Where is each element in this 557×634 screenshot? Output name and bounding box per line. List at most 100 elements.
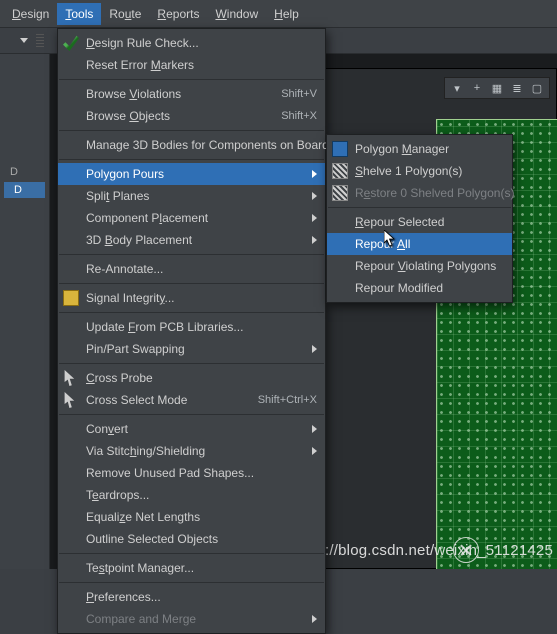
tools-design-rule-check[interactable]: Design Rule Check... [58, 32, 325, 54]
filter-icon[interactable]: ▾ [447, 79, 467, 97]
grid-icon[interactable]: ▦ [487, 79, 507, 97]
polygon-repour-modified[interactable]: Repour Modified [327, 277, 512, 299]
tools-cross-probe[interactable]: Cross Probe [58, 367, 325, 389]
tools-manage-3d-bodies-for-components-on-board[interactable]: Manage 3D Bodies for Components on Board… [58, 134, 325, 156]
polygon-restore-0-shelved-polygon-s: Restore 0 Shelved Polygon(s) [327, 182, 512, 204]
menu-item-label: Signal Integrity... [86, 291, 317, 305]
menu-item-label: Manage 3D Bodies for Components on Board… [86, 138, 339, 152]
shortcut-label: Shift+V [267, 88, 317, 100]
dropdown-icon[interactable] [20, 38, 28, 43]
yellow-icon [63, 290, 79, 306]
shortcut-label: Shift+Ctrl+X [244, 394, 317, 406]
menu-tools[interactable]: Tools [57, 3, 101, 25]
menu-item-label: Repour All [355, 237, 504, 251]
menu-separator [59, 283, 324, 284]
tools-signal-integrity[interactable]: Signal Integrity... [58, 287, 325, 309]
tools-browse-violations[interactable]: Browse ViolationsShift+V [58, 83, 325, 105]
submenu-arrow-icon [312, 615, 317, 623]
menu-reports[interactable]: Reports [149, 3, 207, 25]
menu-item-label: Polygon Manager [355, 142, 504, 156]
screen-icon[interactable]: ▢ [527, 79, 547, 97]
menu-item-label: Cross Probe [86, 371, 317, 385]
menu-design[interactable]: Design [4, 3, 57, 25]
polygon-repour-selected[interactable]: Repour Selected [327, 211, 512, 233]
polygon-polygon-manager[interactable]: Polygon Manager [327, 138, 512, 160]
submenu-arrow-icon [312, 170, 317, 178]
menu-help[interactable]: Help [266, 3, 307, 25]
doc-tab[interactable]: D [0, 164, 49, 180]
submenu-arrow-icon [312, 345, 317, 353]
menu-item-label: Browse Violations [86, 87, 267, 101]
menu-item-label: Teardrops... [86, 488, 317, 502]
menu-route[interactable]: Route [101, 3, 149, 25]
plus-icon[interactable]: + [467, 79, 487, 97]
tools-outline-selected-objects[interactable]: Outline Selected Objects [58, 528, 325, 550]
tools-equalize-net-lengths[interactable]: Equalize Net Lengths [58, 506, 325, 528]
polygon-shelve-1-polygon-s[interactable]: Shelve 1 Polygon(s) [327, 160, 512, 182]
check-icon [63, 35, 79, 51]
menu-item-label: Via Stitching/Shielding [86, 444, 304, 458]
submenu-arrow-icon [312, 192, 317, 200]
tools-teardrops[interactable]: Teardrops... [58, 484, 325, 506]
menu-separator [59, 582, 324, 583]
menu-item-label: Equalize Net Lengths [86, 510, 317, 524]
menu-separator [59, 414, 324, 415]
menu-item-label: Polygon Pours [86, 167, 304, 181]
tools-component-placement[interactable]: Component Placement [58, 207, 325, 229]
menu-separator [59, 312, 324, 313]
bars-icon[interactable]: ≣ [507, 79, 527, 97]
tools-browse-objects[interactable]: Browse ObjectsShift+X [58, 105, 325, 127]
submenu-arrow-icon [312, 236, 317, 244]
menu-separator [59, 363, 324, 364]
tools-preferences[interactable]: Preferences... [58, 586, 325, 608]
menu-separator [59, 79, 324, 80]
menu-item-label: Testpoint Manager... [86, 561, 317, 575]
tools-reset-error-markers[interactable]: Reset Error Markers [58, 54, 325, 76]
left-panel: DD [0, 54, 50, 569]
menu-item-label: Split Planes [86, 189, 304, 203]
submenu-arrow-icon [312, 425, 317, 433]
canvas-toolbar: ▾+▦≣▢ [444, 77, 550, 99]
tools-re-annotate[interactable]: Re-Annotate... [58, 258, 325, 280]
menu-item-label: Repour Selected [355, 215, 504, 229]
menu-item-label: Convert [86, 422, 304, 436]
menu-item-label: Design Rule Check... [86, 36, 317, 50]
tools-split-planes[interactable]: Split Planes [58, 185, 325, 207]
menu-item-label: Outline Selected Objects [86, 532, 317, 546]
cursor-icon [63, 370, 79, 386]
menu-separator [59, 254, 324, 255]
menu-item-label: Pin/Part Swapping [86, 342, 304, 356]
tools-pin-part-swapping[interactable]: Pin/Part Swapping [58, 338, 325, 360]
blue-icon [332, 141, 348, 157]
polygon-repour-all[interactable]: Repour All [327, 233, 512, 255]
menu-separator [59, 553, 324, 554]
menu-item-label: Re-Annotate... [86, 262, 317, 276]
tools-testpoint-manager[interactable]: Testpoint Manager... [58, 557, 325, 579]
menu-window[interactable]: Window [207, 3, 266, 25]
tools-remove-unused-pad-shapes[interactable]: Remove Unused Pad Shapes... [58, 462, 325, 484]
menu-item-label: Update From PCB Libraries... [86, 320, 317, 334]
toolbar-grip [36, 34, 44, 48]
menu-separator [59, 159, 324, 160]
tools-menu: Design Rule Check... Reset Error Markers B… [57, 28, 326, 634]
tools-3d-body-placement[interactable]: 3D Body Placement [58, 229, 325, 251]
watermark-text: https://blog.csdn.net/weixin_51121425 [292, 542, 553, 559]
hatch-icon [332, 185, 348, 201]
polygon-pours-submenu: Polygon Manager Shelve 1 Polygon(s) Restor… [326, 134, 513, 303]
doc-tab[interactable]: D [4, 182, 45, 198]
hatch-icon [332, 163, 348, 179]
tools-update-from-pcb-libraries[interactable]: Update From PCB Libraries... [58, 316, 325, 338]
shortcut-label: Shift+X [267, 110, 317, 122]
tools-via-stitching-shielding[interactable]: Via Stitching/Shielding [58, 440, 325, 462]
menu-item-label: Restore 0 Shelved Polygon(s) [355, 186, 514, 200]
polygon-repour-violating-polygons[interactable]: Repour Violating Polygons [327, 255, 512, 277]
tools-cross-select-mode[interactable]: Cross Select ModeShift+Ctrl+X [58, 389, 325, 411]
menu-item-label: Repour Violating Polygons [355, 259, 504, 273]
tools-convert[interactable]: Convert [58, 418, 325, 440]
tools-compare-and-merge: Compare and Merge [58, 608, 325, 630]
submenu-arrow-icon [312, 214, 317, 222]
menu-separator [328, 207, 511, 208]
tools-polygon-pours[interactable]: Polygon Pours [58, 163, 325, 185]
menubar: DesignToolsRouteReportsWindowHelp [0, 0, 557, 28]
menu-item-label: Cross Select Mode [86, 393, 244, 407]
